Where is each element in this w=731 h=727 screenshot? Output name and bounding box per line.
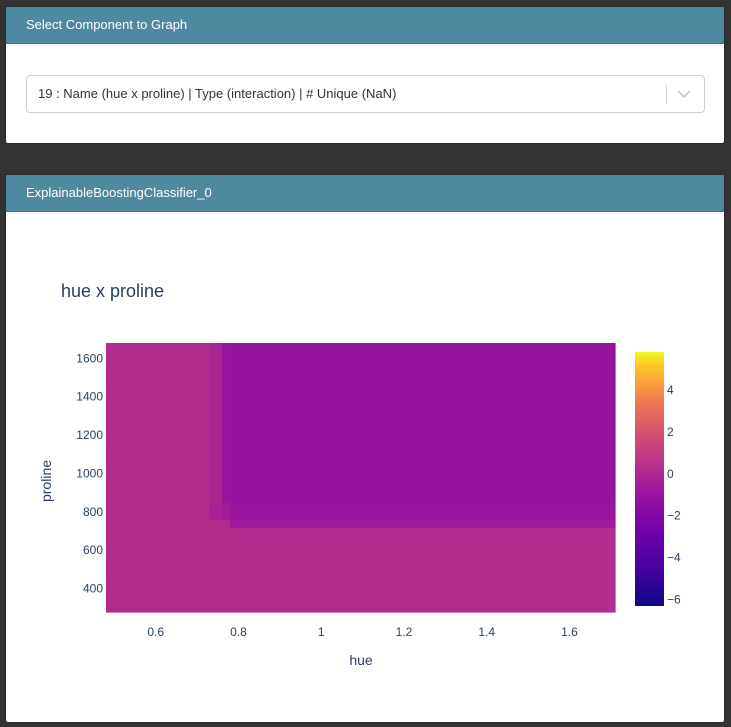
x-tick-label: 1.2: [396, 625, 413, 639]
heatmap-cell: [106, 511, 157, 521]
heatmap-cell: [221, 343, 231, 503]
heatmap-cell: [209, 519, 223, 528]
component-select-panel: Select Component to Graph 19 : Name (hue…: [5, 6, 725, 144]
heatmap-chart: hue x proline 0.6 0.8 1 1.2 1.4 1.6 400 600 800…: [38, 281, 681, 668]
colorbar-tick-label: −4: [667, 551, 681, 565]
heatmap-cell: [209, 511, 223, 521]
dropdown-separator: [666, 84, 667, 104]
heatmap-cell: [221, 511, 231, 521]
heatmap-cell: [155, 502, 194, 513]
heatmap-cell: [209, 527, 223, 613]
heatmap-cell: [106, 343, 157, 503]
colorbar-tick-label: 0: [667, 467, 674, 481]
heatmap-cell: [221, 502, 231, 513]
heatmap-cell: [106, 519, 157, 528]
heatmap-cell: [230, 519, 616, 528]
y-axis-title: proline: [38, 460, 54, 502]
colorbar-tick-label: 4: [667, 383, 674, 397]
component-select-header: Select Component to Graph: [6, 7, 724, 44]
heatmap-cell: [192, 527, 211, 613]
colorbar: [635, 352, 664, 606]
y-tick-label: 600: [83, 543, 103, 557]
colorbar-ticks: 4 2 0 −2 −4 −6: [667, 383, 681, 607]
dropdown-selected-value: 19 : Name (hue x proline) | Type (intera…: [38, 86, 397, 101]
heatmap-cells: [106, 343, 616, 613]
chevron-down-icon[interactable]: [672, 82, 696, 106]
heatmap-cell: [106, 527, 157, 613]
y-axis-ticks: 400 600 800 1000 1200 1400 1600: [76, 351, 103, 595]
x-axis-title: hue: [349, 652, 373, 668]
heatmap-cell: [209, 502, 223, 513]
x-tick-label: 1.6: [561, 625, 578, 639]
heatmap-cell: [192, 502, 211, 513]
y-tick-label: 800: [83, 505, 103, 519]
x-tick-label: 0.8: [230, 625, 247, 639]
heatmap-cell: [209, 343, 223, 503]
heatmap-cell: [155, 511, 194, 521]
heatmap-cell: [155, 519, 194, 528]
colorbar-tick-label: −2: [667, 509, 681, 523]
graph-panel: ExplainableBoostingClassifier_0 hue x pr…: [5, 174, 725, 723]
x-axis-ticks: 0.6 0.8 1 1.2 1.4 1.6: [147, 625, 578, 639]
x-tick-label: 0.6: [147, 625, 164, 639]
y-tick-label: 1200: [76, 428, 103, 442]
heatmap-cell: [230, 511, 616, 521]
heatmap-cell: [192, 519, 211, 528]
heatmap-cell: [192, 343, 211, 503]
graph-panel-header: ExplainableBoostingClassifier_0: [6, 175, 724, 212]
heatmap-cell: [230, 527, 616, 613]
heatmap-cell: [221, 519, 231, 528]
heatmap-cell: [106, 502, 157, 513]
heatmap-cell: [230, 502, 616, 513]
y-tick-label: 1600: [76, 351, 103, 365]
colorbar-tick-label: −6: [667, 593, 681, 607]
colorbar-tick-label: 2: [667, 425, 674, 439]
chart-title: hue x proline: [61, 281, 164, 301]
heatmap-cell: [230, 343, 616, 503]
x-tick-label: 1.4: [478, 625, 495, 639]
heatmap-cell: [192, 511, 211, 521]
y-tick-label: 1000: [76, 466, 103, 480]
y-tick-label: 1400: [76, 390, 103, 404]
heatmap-cell: [221, 527, 231, 613]
x-tick-label: 1: [318, 625, 325, 639]
component-dropdown[interactable]: 19 : Name (hue x proline) | Type (intera…: [26, 75, 705, 113]
heatmap-cell: [155, 527, 194, 613]
y-tick-label: 400: [83, 582, 103, 596]
heatmap-cell: [155, 343, 194, 503]
